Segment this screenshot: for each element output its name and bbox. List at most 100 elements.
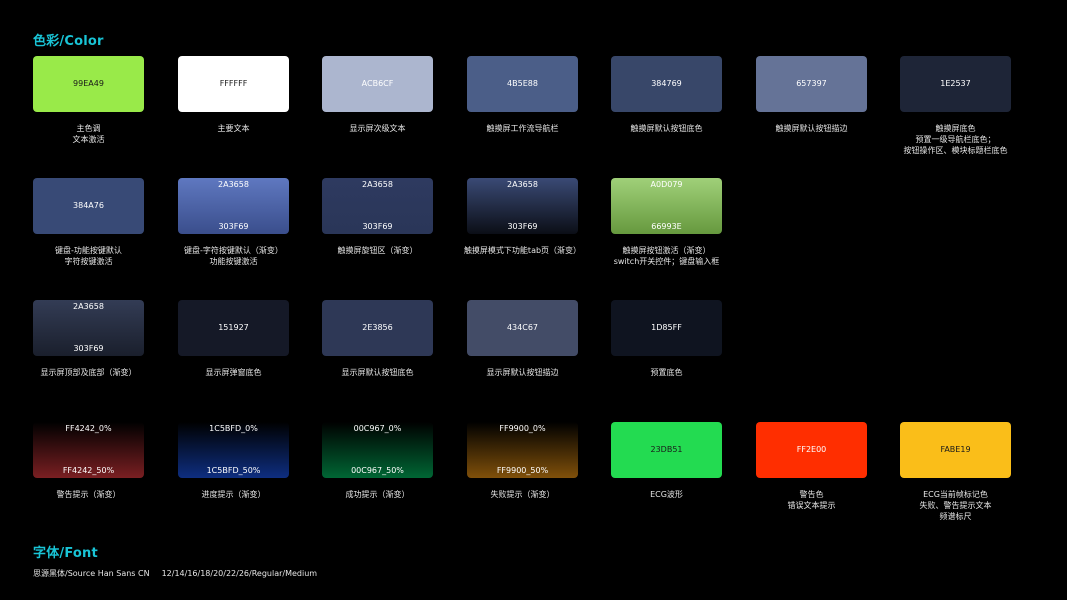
- font-spec-line: 思源黑体/Source Han Sans CN 12/14/16/18/20/22…: [33, 568, 317, 579]
- caption-line: 字符按键激活: [64, 257, 113, 266]
- caption-line: 主色调: [76, 124, 101, 133]
- color-swatch: 1E2537: [900, 56, 1011, 112]
- swatch-hex-label: 384769: [651, 79, 682, 88]
- swatch-hex-label: 434C67: [506, 323, 539, 332]
- caption-line: 警告色: [799, 490, 824, 499]
- caption-line: 触摸屏默认按钮底色: [630, 124, 703, 133]
- swatch-hex-label: FABE19: [940, 445, 971, 454]
- caption-line: 显示屏弹窗底色: [205, 368, 262, 377]
- color-swatch: ACB6CF: [322, 56, 433, 112]
- swatch-caption: 主要文本: [164, 123, 304, 134]
- color-swatch: 2A3658 303F69: [322, 178, 433, 234]
- caption-line: 键盘-字符按键默认（渐变）: [184, 246, 283, 255]
- swatch-hex-label: 657397: [796, 79, 827, 88]
- color-swatch: FF9900_0% FF9900_50%: [467, 422, 578, 478]
- font-size-specs: 12/14/16/18/20/22/26/Regular/Medium: [161, 569, 318, 578]
- swatch-caption: 警告提示（渐变）: [19, 489, 159, 500]
- color-swatch: FF2E00: [756, 422, 867, 478]
- caption-line: 失败、警告提示文本: [919, 501, 992, 510]
- caption-line: 触摸屏工作流导航栏: [486, 124, 559, 133]
- caption-line: 触摸屏旋钮区（渐变）: [337, 246, 418, 255]
- color-swatch: 2E3856: [322, 300, 433, 356]
- color-swatch: 2A3658 303F69: [467, 178, 578, 234]
- swatch-caption: 触摸屏旋钮区（渐变）: [308, 245, 448, 256]
- swatch-hex-bottom-label: 303F69: [507, 222, 538, 231]
- caption-line: ECG波形: [650, 490, 683, 499]
- font-section-title: 字体/Font: [33, 546, 98, 561]
- color-swatch: A0D079 66993E: [611, 178, 722, 234]
- swatch-caption: 显示屏默认按钮描边: [453, 367, 593, 378]
- color-swatch: 99EA49: [33, 56, 144, 112]
- swatch-hex-top-label: 00C967_0%: [353, 424, 402, 433]
- color-swatch: 23DB51: [611, 422, 722, 478]
- caption-line: 失败提示（渐变）: [490, 490, 555, 499]
- caption-line: 触摸屏按钮激活（渐变）: [622, 246, 711, 255]
- color-swatch: FABE19: [900, 422, 1011, 478]
- swatch-hex-top-label: 1C5BFD_0%: [209, 424, 258, 433]
- swatch-hex-label: 1E2537: [940, 79, 971, 88]
- color-swatch: 2A3658 303F69: [33, 300, 144, 356]
- caption-line: ECG当前帧标记色: [923, 490, 988, 499]
- caption-line: 预置底色: [650, 368, 683, 377]
- swatch-hex-label: 23DB51: [650, 445, 683, 454]
- swatch-caption: 显示屏顶部及底部（渐变）: [19, 367, 159, 378]
- caption-line: 功能按键激活: [209, 257, 258, 266]
- swatch-hex-label: 2E3856: [362, 323, 393, 332]
- caption-line: 触摸屏底色: [935, 124, 976, 133]
- caption-line: 频谱标尺: [939, 512, 972, 521]
- swatch-hex-label: 1D85FF: [651, 323, 682, 332]
- swatch-caption: 显示屏弹窗底色: [164, 367, 304, 378]
- swatch-caption: 显示屏次级文本: [308, 123, 448, 134]
- color-swatch: 384A76: [33, 178, 144, 234]
- caption-line: 显示屏次级文本: [349, 124, 406, 133]
- caption-line: 主要文本: [217, 124, 250, 133]
- color-section-title: 色彩/Color: [33, 34, 104, 49]
- swatch-hex-bottom-label: 303F69: [362, 222, 393, 231]
- swatch-hex-label: 4B5E88: [507, 79, 538, 88]
- swatch-hex-bottom-label: 00C967_50%: [351, 466, 404, 475]
- swatch-hex-label: 384A76: [73, 201, 104, 210]
- swatch-caption: 触摸屏模式下功能tab页（渐变）: [453, 245, 593, 256]
- caption-line: switch开关控件；键盘输入框: [613, 257, 720, 266]
- caption-line: 显示屏默认按钮描边: [486, 368, 559, 377]
- swatch-caption: 触摸屏底色预置一级导航栏底色； 按钮操作区、模块标题栏底色: [886, 123, 1026, 156]
- swatch-hex-bottom-label: 1C5BFD_50%: [206, 466, 261, 475]
- caption-line: 文本激活: [72, 135, 105, 144]
- color-swatch: 4B5E88: [467, 56, 578, 112]
- swatch-hex-top-label: 2A3658: [218, 180, 249, 189]
- caption-line: 预置一级导航栏底色；: [915, 135, 996, 144]
- swatch-hex-top-label: FF9900_0%: [499, 424, 546, 433]
- swatch-caption: 进度提示（渐变）: [164, 489, 304, 500]
- swatch-caption: 显示屏默认按钮底色: [308, 367, 448, 378]
- swatch-hex-label: ACB6CF: [361, 79, 394, 88]
- color-swatch: 657397: [756, 56, 867, 112]
- swatch-caption: 警告色 错误文本提示: [742, 489, 882, 511]
- caption-line: 键盘-功能按键默认: [55, 246, 122, 255]
- swatch-hex-bottom-label: 303F69: [73, 344, 104, 353]
- swatch-caption: 主色调 文本激活: [19, 123, 159, 145]
- swatch-hex-top-label: 2A3658: [73, 302, 104, 311]
- caption-line: 按钮操作区、模块标题栏底色: [903, 146, 1008, 155]
- caption-line: 触摸屏默认按钮描边: [775, 124, 848, 133]
- swatch-hex-label: FFFFFF: [219, 79, 248, 88]
- color-swatch: 434C67: [467, 300, 578, 356]
- swatch-caption: 失败提示（渐变）: [453, 489, 593, 500]
- swatch-caption: 触摸屏工作流导航栏: [453, 123, 593, 134]
- color-swatch: FF4242_0% FF4242_50%: [33, 422, 144, 478]
- color-swatch: 384769: [611, 56, 722, 112]
- swatch-hex-top-label: FF4242_0%: [65, 424, 112, 433]
- color-swatch: 1D85FF: [611, 300, 722, 356]
- swatch-hex-bottom-label: FF9900_50%: [496, 466, 549, 475]
- color-swatch: 00C967_0% 00C967_50%: [322, 422, 433, 478]
- swatch-hex-label: 151927: [218, 323, 249, 332]
- caption-line: 错误文本提示: [787, 501, 836, 510]
- caption-line: 成功提示（渐变）: [345, 490, 410, 499]
- swatch-hex-top-label: 2A3658: [362, 180, 393, 189]
- color-swatch: FFFFFF: [178, 56, 289, 112]
- color-swatch: 2A3658 303F69: [178, 178, 289, 234]
- caption-line: 显示屏顶部及底部（渐变）: [40, 368, 137, 377]
- swatch-caption: ECG当前帧标记色 失败、警告提示文本 频谱标尺: [886, 489, 1026, 522]
- font-family-name: 思源黑体/Source Han Sans CN: [33, 569, 150, 578]
- caption-line: 触摸屏模式下功能tab页（渐变）: [463, 246, 582, 255]
- swatch-caption: 触摸屏默认按钮描边: [742, 123, 882, 134]
